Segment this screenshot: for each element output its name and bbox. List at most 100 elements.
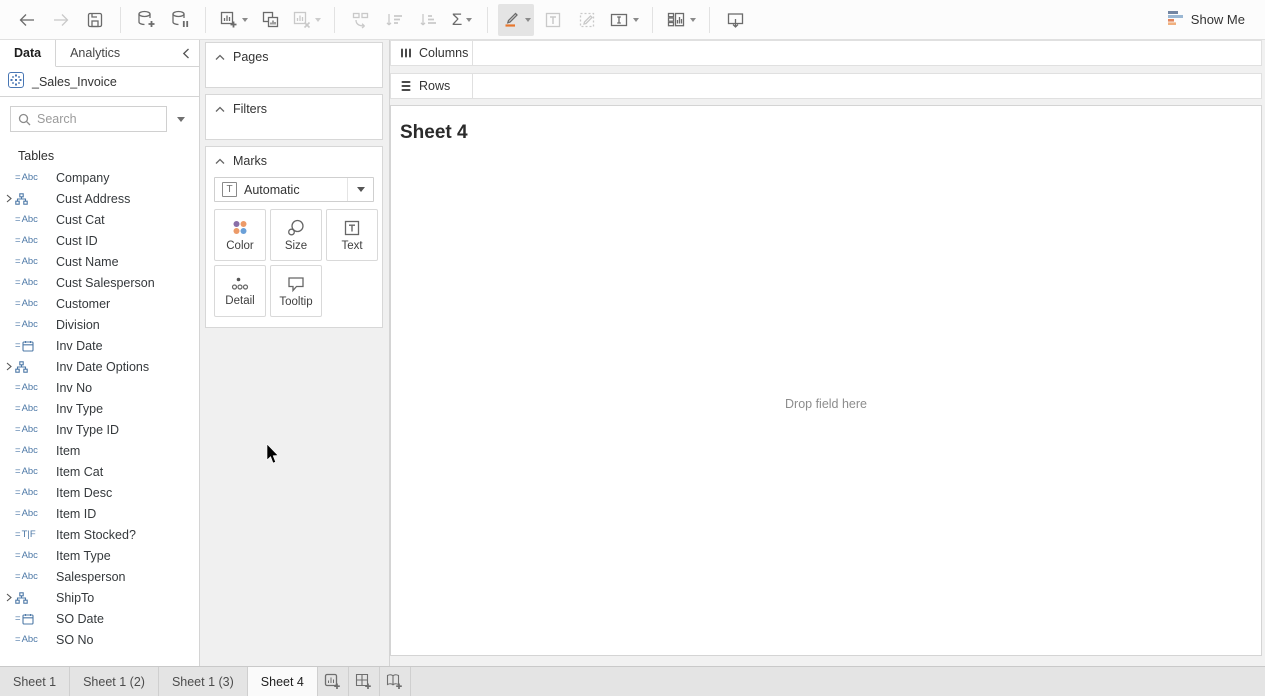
mark-tooltip-button[interactable]: Tooltip: [270, 265, 322, 317]
filters-card[interactable]: Filters: [205, 94, 383, 140]
tab-data[interactable]: Data: [0, 40, 56, 67]
field-item[interactable]: Cust Address: [0, 188, 199, 209]
field-name: Cust Salesperson: [47, 276, 155, 290]
chevron-up-icon: [215, 54, 225, 61]
field-item[interactable]: =AbcSalesperson: [0, 566, 199, 587]
mark-type-dropdown[interactable]: T Automatic: [214, 177, 374, 202]
field-name: Cust Cat: [47, 213, 105, 227]
field-type-hierarchy-icon: [15, 361, 47, 373]
field-item[interactable]: =AbcDivision: [0, 314, 199, 335]
expand-chevron-icon[interactable]: [6, 593, 15, 602]
toolbar-divider: [205, 7, 206, 33]
totals-button[interactable]: Σ: [447, 4, 477, 36]
rows-drop-area[interactable]: [473, 74, 1261, 98]
field-type-hierarchy-icon: [15, 592, 47, 604]
mark-size-button[interactable]: Size: [270, 209, 322, 261]
field-item[interactable]: =T|FItem Stocked?: [0, 524, 199, 545]
columns-drop-area[interactable]: [473, 41, 1261, 65]
pause-updates-button[interactable]: [165, 4, 195, 36]
filters-card-title: Filters: [233, 102, 267, 116]
field-item[interactable]: =AbcInv Type ID: [0, 419, 199, 440]
pages-card-title: Pages: [233, 50, 268, 64]
field-item[interactable]: =SO Date: [0, 608, 199, 629]
field-item[interactable]: =AbcCust ID: [0, 230, 199, 251]
field-item[interactable]: Inv Date Options: [0, 356, 199, 377]
new-worksheet-button[interactable]: [216, 4, 251, 36]
sheet-view[interactable]: Sheet 4 Drop field here: [390, 105, 1262, 656]
field-item[interactable]: =AbcItem Cat: [0, 461, 199, 482]
field-type-boolean-icon: =T|F: [15, 529, 47, 540]
sheet-tab-sheet-1[interactable]: Sheet 1: [0, 667, 70, 696]
field-item[interactable]: =AbcInv No: [0, 377, 199, 398]
field-item[interactable]: =AbcItem ID: [0, 503, 199, 524]
collapse-pane-button[interactable]: [173, 40, 199, 66]
field-item[interactable]: =AbcCustomer: [0, 293, 199, 314]
forward-arrow-icon: [51, 11, 71, 29]
highlight-button[interactable]: [498, 4, 534, 36]
field-item[interactable]: =AbcItem: [0, 440, 199, 461]
undo-button[interactable]: [12, 4, 42, 36]
datasource-name: _Sales_Invoice: [32, 75, 117, 89]
field-item[interactable]: =AbcSO No: [0, 629, 199, 645]
new-worksheet-tab-button[interactable]: [318, 667, 349, 696]
toolbar-divider: [120, 7, 121, 33]
sheet-tab-sheet-4[interactable]: Sheet 4: [248, 667, 318, 696]
field-item[interactable]: =Inv Date: [0, 335, 199, 356]
field-item[interactable]: =AbcInv Type: [0, 398, 199, 419]
fit-button[interactable]: [606, 4, 642, 36]
mark-color-button[interactable]: Color: [214, 209, 266, 261]
dropdown-caret-icon: [315, 18, 321, 22]
field-item[interactable]: ShipTo: [0, 587, 199, 608]
field-name: Inv Date: [47, 339, 103, 353]
expand-chevron-icon[interactable]: [6, 362, 15, 371]
search-input[interactable]: [37, 112, 159, 126]
duplicate-sheet-button[interactable]: [255, 4, 285, 36]
mark-buttons: ColorSizeText DetailTooltip: [214, 209, 382, 317]
sheet-tab-bar: Sheet 1Sheet 1 (2)Sheet 1 (3)Sheet 4: [0, 666, 1265, 696]
show-hide-cards-button[interactable]: [663, 4, 699, 36]
rows-label: Rows: [419, 79, 450, 93]
rows-shelf[interactable]: Rows: [390, 73, 1262, 99]
field-name: Cust ID: [47, 234, 98, 248]
datasource-icon: [8, 72, 24, 91]
presentation-mode-button[interactable]: [720, 4, 750, 36]
datasource-item[interactable]: _Sales_Invoice: [0, 67, 199, 97]
pages-card[interactable]: Pages: [205, 42, 383, 88]
save-button[interactable]: [80, 4, 110, 36]
mark-detail-button[interactable]: Detail: [214, 265, 266, 317]
field-name: Inv Type ID: [47, 423, 119, 437]
search-icon: [18, 113, 31, 126]
new-sheet-tab-icon: [324, 673, 341, 690]
chevron-up-icon: [215, 106, 225, 113]
sheet-tab-sheet-1-3[interactable]: Sheet 1 (3): [159, 667, 248, 696]
field-item[interactable]: =AbcItem Desc: [0, 482, 199, 503]
field-item[interactable]: =AbcCust Name: [0, 251, 199, 272]
sheet-tab-sheet-1-2[interactable]: Sheet 1 (2): [70, 667, 159, 696]
columns-shelf[interactable]: Columns: [390, 40, 1262, 66]
dropdown-caret-icon: [242, 18, 248, 22]
field-item[interactable]: =AbcCust Cat: [0, 209, 199, 230]
tab-analytics[interactable]: Analytics: [56, 40, 134, 66]
field-item[interactable]: =AbcCompany: [0, 167, 199, 188]
expand-chevron-icon[interactable]: [6, 194, 15, 203]
text-box-icon: [343, 219, 361, 237]
mark-text-button[interactable]: Text: [326, 209, 378, 261]
field-name: Inv Date Options: [47, 360, 149, 374]
show-me-button[interactable]: Show Me: [1157, 5, 1255, 35]
field-name: Customer: [47, 297, 110, 311]
field-type-string-icon: =Abc: [15, 466, 47, 477]
field-type-string-icon: =Abc: [15, 235, 47, 246]
new-dashboard-tab-button[interactable]: [349, 667, 380, 696]
field-type-string-icon: =Abc: [15, 571, 47, 582]
field-name: Item Cat: [47, 465, 103, 479]
add-datasource-icon: [136, 10, 156, 29]
field-item[interactable]: =AbcItem Type: [0, 545, 199, 566]
new-datasource-button[interactable]: [131, 4, 161, 36]
field-list-options-caret[interactable]: [177, 117, 185, 122]
field-item[interactable]: =AbcCust Salesperson: [0, 272, 199, 293]
pane-tabs: Data Analytics: [0, 40, 199, 67]
search-box[interactable]: [10, 106, 167, 132]
new-story-tab-button[interactable]: [380, 667, 411, 696]
mark-type-caret[interactable]: [347, 178, 373, 201]
field-name: Item ID: [47, 507, 96, 521]
